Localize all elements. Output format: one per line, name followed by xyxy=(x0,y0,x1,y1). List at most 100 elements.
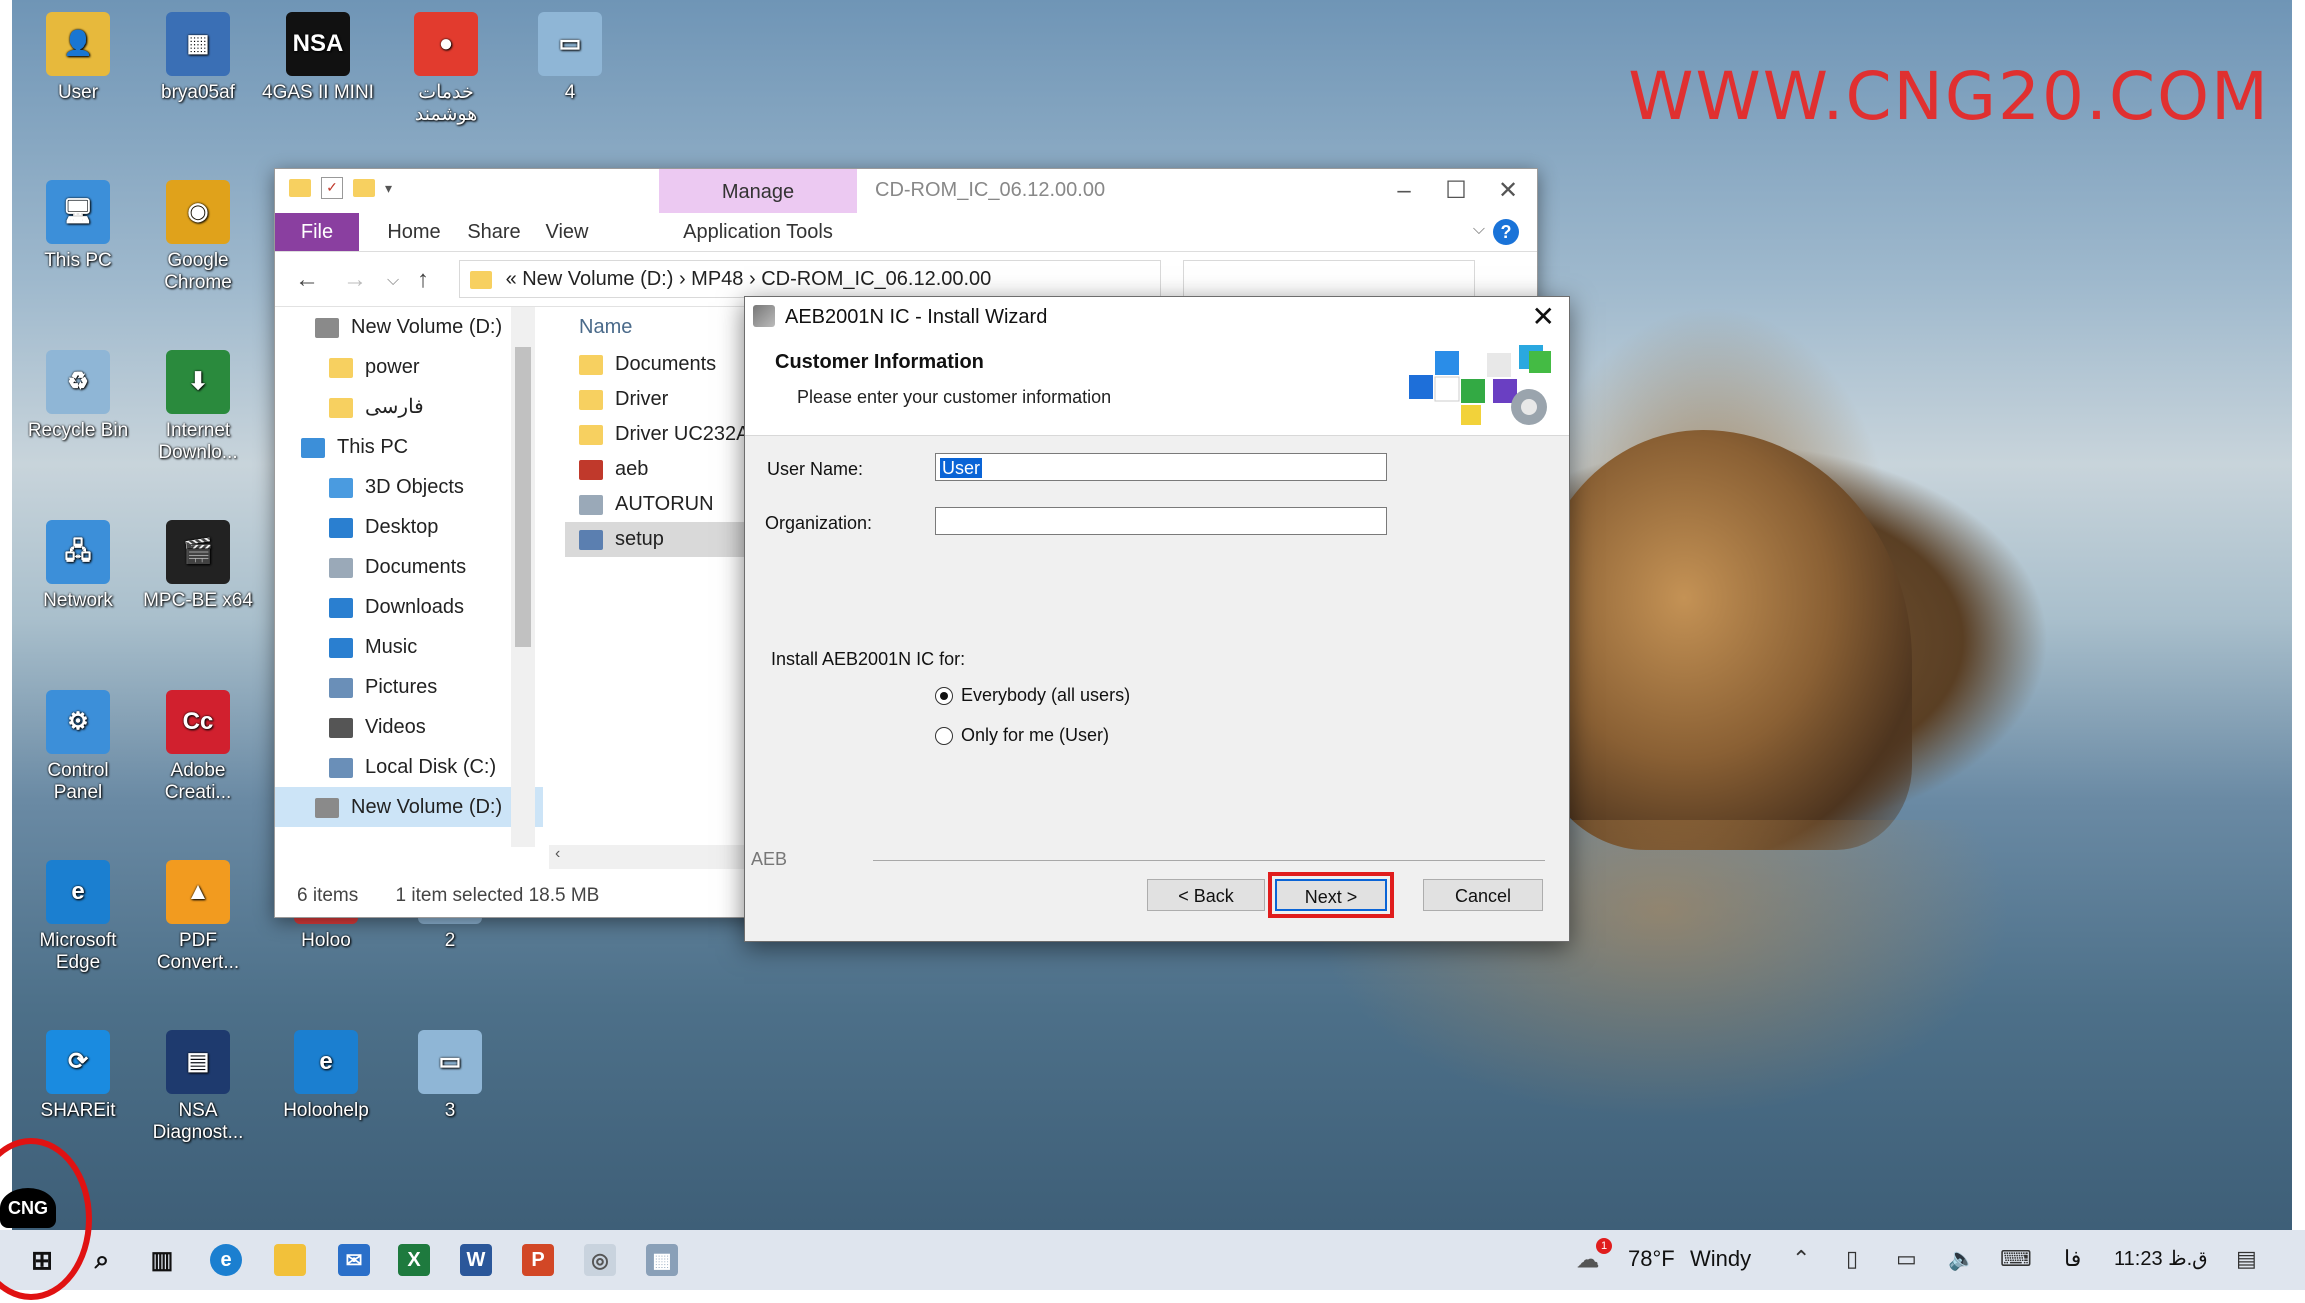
app-icon: ◉ xyxy=(166,180,230,244)
chevron-down-icon[interactable]: ▾ xyxy=(385,180,392,197)
app-icon: ▭ xyxy=(418,1030,482,1094)
task-view-icon[interactable]: ▥ xyxy=(146,1244,178,1276)
close-button[interactable]: ✕ xyxy=(1485,173,1531,209)
powerpoint-icon[interactable]: P xyxy=(522,1244,554,1276)
desktop-icon[interactable]: ⬇ Internet Downlo... xyxy=(142,350,254,464)
tab-manage[interactable]: Manage xyxy=(659,169,857,213)
nav-item[interactable]: فارسی xyxy=(275,387,543,427)
minimize-button[interactable]: – xyxy=(1381,173,1427,209)
scrollbar-thumb[interactable] xyxy=(515,347,531,647)
new-folder-icon[interactable] xyxy=(353,179,375,197)
radio-only-me[interactable]: Only for me (User) xyxy=(935,725,1109,746)
tab-application-tools[interactable]: Application Tools xyxy=(659,213,857,251)
organization-field[interactable] xyxy=(935,507,1387,535)
app-icon[interactable]: ◎ xyxy=(584,1244,616,1276)
desktop-icon[interactable]: ⟳ SHAREit xyxy=(22,1030,134,1122)
desktop-icon[interactable]: ♻ Recycle Bin xyxy=(22,350,134,442)
desktop-icon[interactable]: 🎬 MPC-BE x64 xyxy=(142,520,254,612)
nav-item[interactable]: New Volume (D:) xyxy=(275,307,543,347)
desktop-icon[interactable]: ⚙ Control Panel xyxy=(22,690,134,804)
file-name: AUTORUN xyxy=(615,493,714,515)
desktop-icon[interactable]: 🖥 This PC xyxy=(22,180,134,272)
nav-scrollbar[interactable] xyxy=(511,307,535,847)
address-path: « New Volume (D:) › MP48 › CD-ROM_IC_06.… xyxy=(505,268,992,290)
excel-icon[interactable]: X xyxy=(398,1244,430,1276)
radio-everybody[interactable]: Everybody (all users) xyxy=(935,685,1130,706)
back-button[interactable]: < Back xyxy=(1147,879,1265,911)
app-icon: NSA xyxy=(286,12,350,76)
desktop-icon[interactable]: NSA 4GAS II MINI xyxy=(262,12,374,104)
expand-ribbon-icon[interactable]: ⌵ xyxy=(1473,221,1485,239)
edge-icon[interactable]: e xyxy=(210,1244,242,1276)
tab-view[interactable]: View xyxy=(535,213,599,251)
desktop-icon[interactable]: ▭ 4 xyxy=(514,12,626,104)
weather-condition[interactable]: Windy xyxy=(1690,1246,1751,1272)
installer-taskbar-icon[interactable]: ▦ xyxy=(646,1244,678,1276)
desktop-icon[interactable]: e Holoohelp xyxy=(270,1030,382,1122)
nav-item[interactable]: Desktop xyxy=(275,507,543,547)
desktop-icon[interactable]: ● خدمات هوشمند xyxy=(390,12,502,126)
desktop-icon[interactable]: Cc Adobe Creati... xyxy=(142,690,254,804)
desktop-icon[interactable]: 🖧 Network xyxy=(22,520,134,612)
brand-label: AEB xyxy=(751,849,788,869)
nav-item[interactable]: New Volume (D:) xyxy=(275,787,543,827)
volume-icon[interactable]: 🔈 xyxy=(1948,1246,1975,1272)
clock[interactable]: 11:23 ق.ظ xyxy=(2114,1246,2208,1271)
desktop-icon-label: Holoo xyxy=(301,930,351,951)
nav-item[interactable]: Local Disk (C:) xyxy=(275,747,543,787)
search-icon[interactable]: ⌕ xyxy=(86,1244,118,1276)
nav-item[interactable]: Pictures xyxy=(275,667,543,707)
install-wizard-dialog: AEB2001N IC - Install Wizard ✕ Customer … xyxy=(744,296,1570,942)
installer-logo-icon xyxy=(1409,345,1551,425)
weather-temperature[interactable]: 78°F xyxy=(1628,1246,1675,1272)
file-explorer-icon[interactable] xyxy=(274,1244,306,1276)
nav-item[interactable]: Videos xyxy=(275,707,543,747)
desktop-icon[interactable]: ▤ NSA Diagnost... xyxy=(142,1030,254,1144)
folder-icon xyxy=(329,637,353,658)
file-name: setup xyxy=(615,528,664,550)
mail-icon[interactable]: ✉ xyxy=(338,1244,370,1276)
nav-item[interactable]: power xyxy=(275,347,543,387)
back-arrow-icon[interactable]: ← xyxy=(295,266,319,294)
chevron-up-icon[interactable]: ⌃ xyxy=(1792,1246,1810,1272)
tab-file[interactable]: File xyxy=(275,213,359,251)
action-center-icon[interactable]: ▤ xyxy=(2236,1246,2257,1272)
battery-icon[interactable]: ▭ xyxy=(1896,1246,1917,1272)
close-icon[interactable]: ✕ xyxy=(1532,297,1555,337)
desktop-icon[interactable]: ▦ brya05af xyxy=(142,12,254,104)
file-name: Driver xyxy=(615,388,669,410)
word-icon[interactable]: W xyxy=(460,1244,492,1276)
forward-arrow-icon[interactable]: → xyxy=(343,266,367,294)
language-indicator[interactable]: فا xyxy=(2064,1246,2081,1272)
app-icon: ▭ xyxy=(538,12,602,76)
device-icon[interactable]: ▯ xyxy=(1846,1246,1858,1272)
address-bar[interactable]: « New Volume (D:) › MP48 › CD-ROM_IC_06.… xyxy=(459,260,1161,298)
desktop-icon[interactable]: ◉ Google Chrome xyxy=(142,180,254,294)
window-title: CD-ROM_IC_06.12.00.00 xyxy=(875,179,1106,201)
next-button[interactable]: Next > xyxy=(1268,872,1394,918)
desktop-icon[interactable]: ▭ 3 xyxy=(394,1030,506,1122)
maximize-button[interactable]: ☐ xyxy=(1433,173,1479,209)
desktop-icon[interactable]: e Microsoft Edge xyxy=(22,860,134,974)
folder-icon xyxy=(329,517,353,538)
keyboard-icon[interactable]: ⌨ xyxy=(2000,1246,2032,1272)
nav-item[interactable]: Downloads xyxy=(275,587,543,627)
nav-item[interactable]: This PC xyxy=(275,427,543,467)
search-input[interactable] xyxy=(1183,260,1475,298)
scroll-left-icon[interactable]: ‹ xyxy=(555,845,560,863)
nav-item[interactable]: Documents xyxy=(275,547,543,587)
cancel-button[interactable]: Cancel xyxy=(1423,879,1543,911)
help-icon[interactable]: ? xyxy=(1493,219,1519,245)
nav-item[interactable]: 3D Objects xyxy=(275,467,543,507)
properties-icon[interactable]: ✓ xyxy=(321,177,343,199)
recent-chevron-icon[interactable]: ⌵ xyxy=(387,272,399,290)
tab-share[interactable]: Share xyxy=(459,213,529,251)
user-name-field[interactable]: User xyxy=(935,453,1387,481)
up-arrow-icon[interactable]: ↑ xyxy=(417,266,429,294)
desktop-icon[interactable]: ▲ PDF Convert... xyxy=(142,860,254,974)
status-item-count: 6 items xyxy=(297,885,359,906)
nav-item[interactable]: Music xyxy=(275,627,543,667)
radio-only-me-label: Only for me (User) xyxy=(961,725,1110,745)
desktop-icon[interactable]: 👤 User xyxy=(22,12,134,104)
tab-home[interactable]: Home xyxy=(379,213,449,251)
